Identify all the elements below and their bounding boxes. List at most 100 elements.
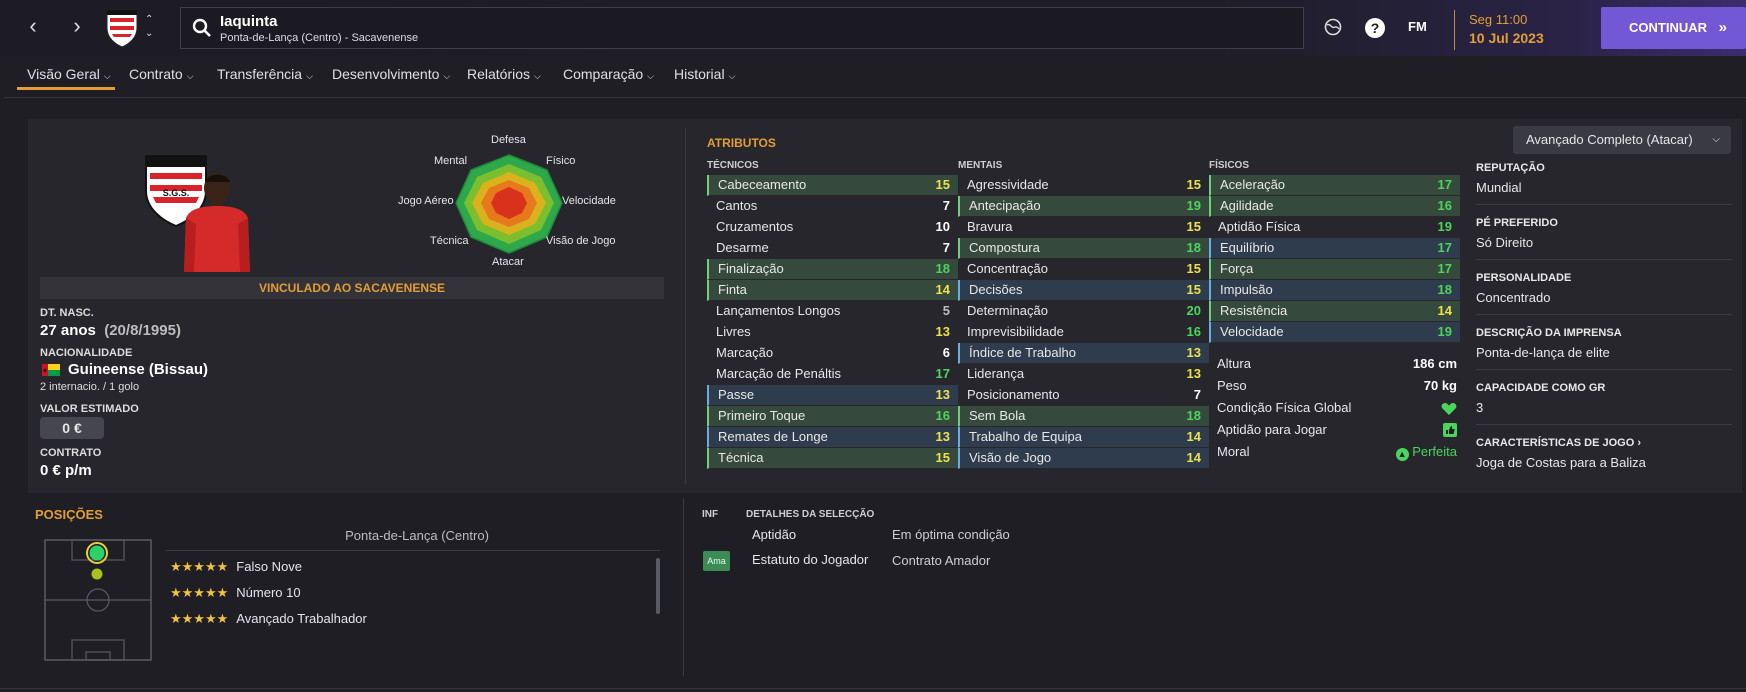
tab-transfer[interactable]: Transferência ⌵ <box>217 66 313 82</box>
attribute-row[interactable]: Resistência 14 <box>1209 301 1460 322</box>
chevron-down-icon: ⌵ <box>103 71 111 81</box>
personality-value: Concentrado <box>1476 290 1551 305</box>
panel-divider <box>685 128 686 484</box>
roles-scrollbar[interactable] <box>656 558 660 614</box>
player-traits-link[interactable]: CARACTERÍSTICAS DE JOGO › <box>1476 437 1732 449</box>
globe-icon[interactable] <box>1323 17 1343 37</box>
attribute-row[interactable]: Aceleração 17 <box>1209 175 1460 196</box>
attribute-value: 18 <box>1437 282 1452 297</box>
role-select[interactable]: Avançado Completo (Atacar) ⌵ <box>1513 126 1731 154</box>
attribute-row[interactable]: Imprevisibilidade 16 <box>958 322 1209 343</box>
tab-comparison[interactable]: Comparação ⌵ <box>563 66 654 82</box>
attribute-row[interactable]: Determinação 20 <box>958 301 1209 322</box>
attribute-row[interactable]: Técnica 15 <box>707 448 958 469</box>
role-row[interactable]: ★★★★★ Avançado Trabalhador <box>170 611 367 627</box>
attribute-row[interactable]: Bravura 15 <box>958 217 1209 238</box>
attribute-row[interactable]: Lançamentos Longos 5 <box>707 301 958 322</box>
attribute-row[interactable]: Posicionamento 7 <box>958 385 1209 406</box>
fm-menu-button[interactable]: FM <box>1408 19 1427 34</box>
attribute-name: Decisões <box>969 282 1023 297</box>
attribute-row[interactable]: Desarme 7 <box>707 238 958 259</box>
radar-label-attack: Atacar <box>492 256 524 268</box>
attribute-row[interactable]: Finta 14 <box>707 280 958 301</box>
attribute-name: Agilidade <box>1220 198 1274 213</box>
gk-ability-value: 3 <box>1476 400 1484 415</box>
role-stars: ★★★★★ <box>170 611 229 626</box>
chevron-down-icon: ⌵ <box>186 71 194 81</box>
attribute-value: 7 <box>942 198 950 213</box>
club-banner[interactable]: VINCULADO AO SACAVENENSE <box>40 277 664 299</box>
selection-details-header: DETALHES DA SELECÇÃO <box>746 509 875 520</box>
tab-reports[interactable]: Relatórios ⌵ <box>467 66 541 82</box>
attribute-row[interactable]: Concentração 15 <box>958 259 1209 280</box>
match-fitness-row[interactable]: Aptidão para Jogar <box>1217 422 1457 442</box>
attribute-row[interactable]: Marcação 6 <box>707 343 958 364</box>
attribute-row[interactable]: Aptidão Física 19 <box>1209 217 1460 238</box>
attribute-row[interactable]: Impulsão 18 <box>1209 280 1460 301</box>
attribute-row[interactable]: Agressividade 15 <box>958 175 1209 196</box>
attribute-name: Imprevisibilidade <box>967 324 1064 339</box>
role-row[interactable]: ★★★★★ Falso Nove <box>170 559 302 575</box>
contract-value[interactable]: 0 € p/m <box>40 462 92 479</box>
attribute-row[interactable]: Finalização 18 <box>707 259 958 280</box>
attribute-value: 7 <box>942 240 950 255</box>
tab-history[interactable]: Historial ⌵ <box>674 66 735 82</box>
nationality-value[interactable]: Guineense (Bissau) <box>68 361 208 378</box>
attribute-row[interactable]: Primeiro Toque 16 <box>707 406 958 427</box>
attribute-row[interactable]: Marcação de Penáltis 17 <box>707 364 958 385</box>
attribute-row[interactable]: Visão de Jogo 14 <box>958 448 1209 469</box>
attribute-name: Determinação <box>967 303 1048 318</box>
club-crest-icon[interactable] <box>105 8 139 48</box>
attribute-row[interactable]: Cruzamentos 10 <box>707 217 958 238</box>
value-badge[interactable]: 0 € <box>40 417 104 439</box>
condition-row[interactable]: Condição Física Global <box>1217 400 1457 420</box>
info-column: REPUTAÇÃO Mundial PÉ PREFERIDO Só Direit… <box>1476 162 1732 470</box>
help-icon[interactable]: ? <box>1364 17 1386 39</box>
attribute-row[interactable]: Equilíbrio 17 <box>1209 238 1460 259</box>
attribute-value: 13 <box>935 387 950 402</box>
value-label: VALOR ESTIMADO <box>40 403 139 415</box>
role-row[interactable]: ★★★★★ Número 10 <box>170 585 301 601</box>
attribute-row[interactable]: Trabalho de Equipa 14 <box>958 427 1209 448</box>
chevron-down-icon: ⌵ <box>647 71 654 81</box>
tab-development[interactable]: Desenvolvimento ⌵ <box>332 66 450 82</box>
attribute-row[interactable]: Agilidade 16 <box>1209 196 1460 217</box>
search-icon <box>192 18 211 37</box>
attribute-name: Resistência <box>1220 303 1288 318</box>
attribute-row[interactable]: Índice de Trabalho 13 <box>958 343 1209 364</box>
forward-arrow-icon[interactable]: › <box>62 12 92 42</box>
chevron-right-icon: › <box>1637 437 1642 449</box>
morale-row[interactable]: Moral ▲ Perfeita <box>1217 444 1457 464</box>
attribute-row[interactable]: Decisões 15 <box>958 280 1209 301</box>
attribute-row[interactable]: Velocidade 19 <box>1209 322 1460 343</box>
club-switch-icon[interactable]: ⌃ ⌄ <box>145 13 153 41</box>
attribute-row[interactable]: Força 17 <box>1209 259 1460 280</box>
attribute-value: 16 <box>1437 198 1452 213</box>
player-status-label: Estatuto do Jogador <box>752 552 869 567</box>
attribute-row[interactable]: Remates de Longe 13 <box>707 427 958 448</box>
attribute-value: 18 <box>1186 240 1201 255</box>
continue-button[interactable]: CONTINUAR » <box>1601 7 1746 49</box>
attribute-name: Marcação de Penáltis <box>716 366 842 381</box>
attribute-row[interactable]: Passe 13 <box>707 385 958 406</box>
tab-contract[interactable]: Contrato ⌵ <box>129 66 194 82</box>
gk-ability-label: CAPACIDADE COMO GR <box>1476 382 1606 394</box>
attribute-row[interactable]: Cantos 7 <box>707 196 958 217</box>
attribute-value: 16 <box>1186 324 1201 339</box>
technical-attributes: Cabeceamento 15 Cantos 7 Cruzamentos 10 Desarm… <box>707 175 958 469</box>
attribute-row[interactable]: Compostura 18 <box>958 238 1209 259</box>
radar-label-speed: Velocidade <box>562 195 616 207</box>
role-stars: ★★★★★ <box>170 585 229 600</box>
attribute-row[interactable]: Cabeceamento 15 <box>707 175 958 196</box>
back-arrow-icon[interactable]: ‹ <box>18 12 48 42</box>
international-caps: 2 internacio. / 1 golo <box>40 381 140 393</box>
age-value: 27 anos (20/8/1995) <box>40 322 181 339</box>
continue-label: CONTINUAR <box>1629 20 1707 35</box>
search-box[interactable]: Iaquinta Ponta-de-Lança (Centro) - Sacav… <box>180 7 1304 49</box>
attribute-row[interactable]: Sem Bola 18 <box>958 406 1209 427</box>
tab-overview[interactable]: Visão Geral ⌵ <box>27 66 111 82</box>
game-date[interactable]: Seg 11:00 10 Jul 2023 <box>1454 10 1590 50</box>
attribute-row[interactable]: Livres 13 <box>707 322 958 343</box>
attribute-row[interactable]: Antecipação 19 <box>958 196 1209 217</box>
attribute-row[interactable]: Liderança 13 <box>958 364 1209 385</box>
